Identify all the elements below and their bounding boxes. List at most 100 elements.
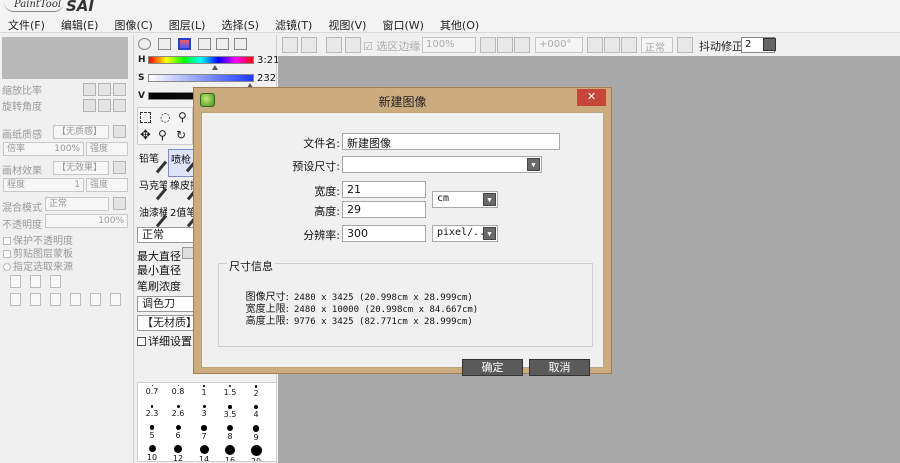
zoom-reset-button[interactable] <box>514 37 530 53</box>
rotate-reset-button[interactable] <box>621 37 637 53</box>
color-wheel-mode-icon[interactable] <box>138 38 151 50</box>
menu-item[interactable]: 窗口(W) <box>374 16 431 33</box>
rotate-right-button[interactable] <box>604 37 620 53</box>
clear-layer-icon[interactable] <box>50 293 61 306</box>
brush-size-cell[interactable]: 4 <box>243 405 269 419</box>
dialog-titlebar[interactable]: 新建图像 ✕ <box>194 88 611 113</box>
paper-texture-dropdown[interactable] <box>113 125 126 138</box>
swatch-mode-icon[interactable] <box>198 38 211 50</box>
menu-item[interactable]: 选择(S) <box>213 16 267 33</box>
redo-button[interactable] <box>301 37 317 53</box>
menu-item[interactable]: 视图(V) <box>320 16 374 33</box>
tool-button[interactable]: 铅笔 <box>137 149 167 177</box>
brush-size-cell[interactable]: 20 <box>243 445 269 461</box>
resolution-input[interactable]: 300 <box>342 225 426 242</box>
merge-down-icon[interactable] <box>30 293 41 306</box>
height-input[interactable]: 29 <box>342 201 426 218</box>
brush-size-cell[interactable]: 2 <box>243 385 269 398</box>
saturation-slider[interactable] <box>148 74 254 82</box>
merge-visible-icon[interactable] <box>90 293 101 306</box>
resolution-unit-select[interactable]: pixel/... ▼ <box>432 225 498 242</box>
new-folder-icon[interactable] <box>50 275 61 288</box>
paper-strength-field[interactable]: 强度100 <box>86 142 128 156</box>
selection-source-checkbox[interactable]: 指定选取来源 <box>3 258 73 273</box>
unit-select[interactable]: cm ▼ <box>432 191 498 208</box>
menu-item[interactable]: 文件(F) <box>0 16 53 33</box>
apply-mask-icon[interactable] <box>110 293 121 306</box>
select-edge-toggle[interactable]: ☑ 选区边缘 <box>363 38 420 54</box>
paper-effect-dropdown[interactable] <box>113 161 126 174</box>
brush-size-cell[interactable]: 14 <box>191 445 217 461</box>
blend-mode-dropdown[interactable] <box>113 197 126 210</box>
brush-size-cell[interactable]: 8 <box>217 425 243 441</box>
rect-select-icon[interactable] <box>140 112 151 123</box>
nav-zoom-in-button[interactable] <box>98 83 111 96</box>
brush-size-cell[interactable]: 3.5 <box>217 405 243 419</box>
brush-size-cell[interactable]: 16 <box>217 445 243 461</box>
paper-texture-select[interactable]: 【无质感】 <box>53 125 109 139</box>
new-linework-layer-icon[interactable] <box>30 275 41 288</box>
ok-button[interactable]: 确定 <box>462 359 523 376</box>
menu-item[interactable]: 其他(O) <box>432 16 487 33</box>
hue-marker[interactable] <box>212 65 218 70</box>
rotate-icon[interactable]: ↻ <box>176 128 186 142</box>
brush-size-cell[interactable]: 0.8 <box>165 385 191 396</box>
zoom-icon[interactable]: ⚲ <box>158 128 167 142</box>
brush-size-cell[interactable]: 6 <box>165 425 191 440</box>
deselect-button[interactable] <box>326 37 342 53</box>
scratchpad-mode-icon[interactable] <box>216 38 229 50</box>
menu-item[interactable]: 编辑(E) <box>53 16 107 33</box>
cancel-button[interactable]: 取消 <box>529 359 590 376</box>
brush-texture-select[interactable]: 【无材质】 <box>137 315 195 331</box>
width-input[interactable]: 21 <box>342 181 426 198</box>
nav-rotate-reset-button[interactable] <box>113 99 126 112</box>
zoom-in-button[interactable] <box>497 37 513 53</box>
brush-size-cell[interactable]: 2.6 <box>165 405 191 418</box>
hsv-slider-mode-icon[interactable] <box>178 38 191 50</box>
move-icon[interactable]: ✥ <box>140 128 151 143</box>
zoom-field[interactable]: 100% <box>422 37 476 53</box>
close-button[interactable]: ✕ <box>577 89 606 106</box>
nav-rotate-left-button[interactable] <box>83 99 96 112</box>
flip-button[interactable] <box>677 37 693 53</box>
effect-degree-field[interactable]: 程度 1 <box>3 178 84 192</box>
filename-input[interactable]: 新建图像 <box>342 133 560 150</box>
zoom-out-button[interactable] <box>480 37 496 53</box>
brush-size-cell[interactable]: 10 <box>139 445 165 461</box>
brush-size-cell[interactable]: 7 <box>191 425 217 441</box>
stabilizer-dropdown[interactable] <box>763 38 776 51</box>
brush-size-cell[interactable]: 2.3 <box>139 405 165 418</box>
opacity-slider[interactable]: 100% <box>45 214 128 228</box>
brush-size-cell[interactable]: 3 <box>191 405 217 418</box>
navigator-preview[interactable] <box>2 37 128 79</box>
undo-button[interactable] <box>282 37 298 53</box>
brush-size-cell[interactable]: 1.5 <box>217 385 243 397</box>
paper-scale-field[interactable]: 倍率 100% <box>3 142 84 156</box>
brush-size-cell[interactable]: 5 <box>139 425 165 440</box>
menu-item[interactable]: 滤镜(T) <box>267 16 320 33</box>
tool-button[interactable]: 马克笔 <box>137 176 167 204</box>
brush-shape-select[interactable]: 调色刀 <box>137 296 195 312</box>
menu-item[interactable]: 图像(C) <box>106 16 160 33</box>
brush-size-cell[interactable]: 9 <box>243 425 269 442</box>
brush-size-cell[interactable]: 1 <box>191 385 217 397</box>
paper-effect-select[interactable]: 【无效果】 <box>53 161 109 175</box>
copy-layer-icon[interactable] <box>10 293 21 306</box>
preset-size-select[interactable]: ▼ <box>342 156 542 173</box>
nav-zoom-out-button[interactable] <box>83 83 96 96</box>
effect-strength-field[interactable]: 强度100 <box>86 178 128 192</box>
magic-wand-icon[interactable]: ⚲ <box>178 110 187 124</box>
hue-slider[interactable] <box>148 56 254 64</box>
detail-settings-checkbox[interactable]: 详细设置 <box>137 333 192 349</box>
rgb-slider-mode-icon[interactable] <box>158 38 171 50</box>
brush-size-cell[interactable]: 12 <box>165 445 191 461</box>
nav-zoom-reset-button[interactable] <box>113 83 126 96</box>
blend-mode-select[interactable]: 正常 <box>45 197 109 211</box>
delete-layer-icon[interactable] <box>70 293 81 306</box>
rotate-left-button[interactable] <box>587 37 603 53</box>
angle-field[interactable]: +000° <box>535 37 583 53</box>
nav-rotate-right-button[interactable] <box>98 99 111 112</box>
new-layer-icon[interactable] <box>10 275 21 288</box>
blend-normal-field[interactable]: 正常 <box>641 37 673 54</box>
lasso-icon[interactable]: ◌ <box>160 110 170 124</box>
